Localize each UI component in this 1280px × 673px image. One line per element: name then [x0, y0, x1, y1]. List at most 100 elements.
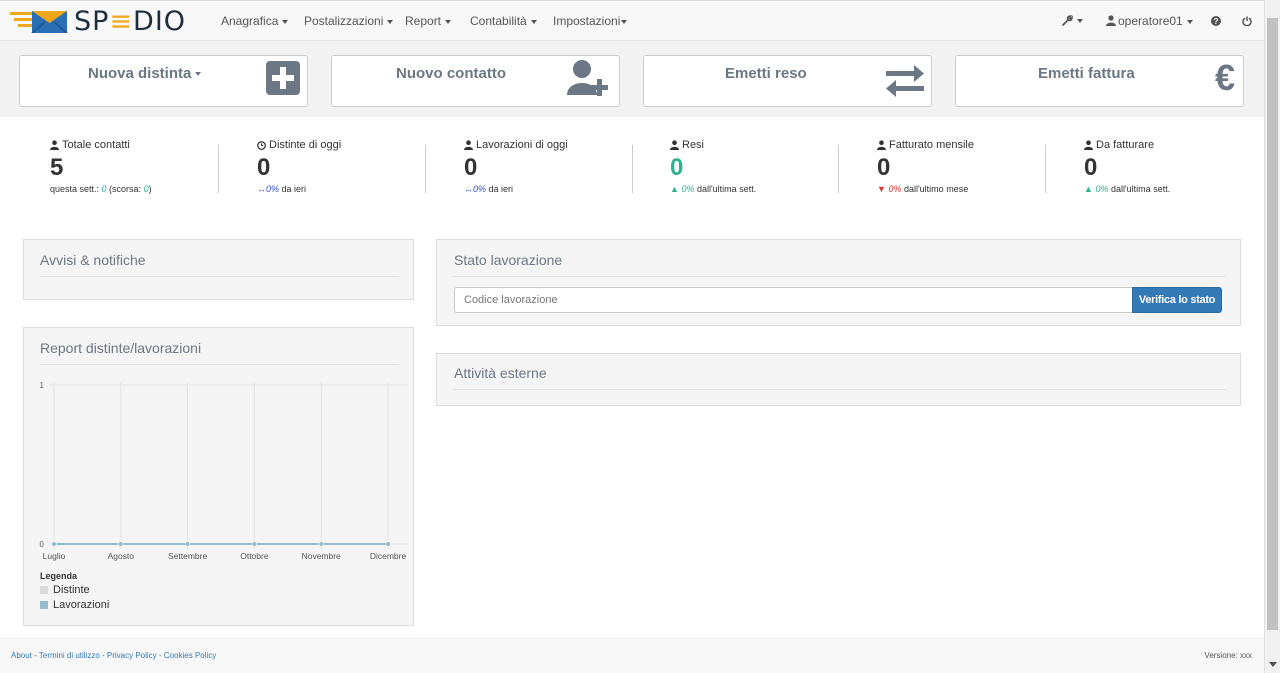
- data-point-lavorazioni: [251, 541, 257, 547]
- new-batch-button[interactable]: Nuova distinta: [19, 55, 308, 107]
- panel-title: Attività esterne: [454, 365, 547, 381]
- y-tick-label: 1: [40, 381, 45, 390]
- wrench-icon: [1062, 15, 1073, 27]
- stat-divider: [632, 145, 633, 193]
- svg-text:€: €: [1215, 59, 1235, 95]
- caret-down-icon: [282, 19, 289, 24]
- issue-invoice-button[interactable]: Emetti fattura €: [955, 55, 1244, 107]
- stat-label: Distinte di oggi: [257, 139, 437, 151]
- notifications-panel: Avvisi & notifiche: [23, 239, 414, 300]
- new-contact-button[interactable]: Nuovo contatto: [331, 55, 620, 107]
- stat-returns: Resi 0 ▲ 0% dall'ultima sett.: [670, 139, 850, 194]
- spedio-logo[interactable]: SP≡DIO: [10, 6, 187, 37]
- panel-title: Stato lavorazione: [454, 252, 563, 268]
- stat-value: 0: [670, 154, 684, 181]
- caret-down-icon: [387, 19, 394, 24]
- caret-down-icon: [445, 19, 452, 24]
- data-point-lavorazioni: [318, 541, 324, 547]
- user-icon: [50, 140, 59, 150]
- stat-subtext: questa sett.: 0 (scorsa: 0): [50, 184, 152, 194]
- caret-down-icon: ▼: [877, 184, 886, 194]
- external-activities-panel: Attività esterne: [436, 353, 1241, 406]
- data-point-lavorazioni: [185, 541, 191, 547]
- logo-wordmark: SP≡DIO: [74, 6, 187, 37]
- stat-subtext: ▼ 0% dall'ultimo mese: [877, 184, 969, 194]
- stat-value: 0: [464, 154, 478, 181]
- stat-label: Lavorazioni di oggi: [464, 139, 644, 151]
- legend-item-lavorazioni[interactable]: Lavorazioni: [40, 599, 109, 611]
- nav-anagrafica[interactable]: Anagrafica: [221, 14, 289, 28]
- stat-value: 0: [1084, 154, 1098, 181]
- user-plus-icon: [567, 60, 608, 96]
- verify-status-button[interactable]: Verifica lo stato: [1132, 287, 1222, 313]
- logout-button[interactable]: [1242, 15, 1252, 29]
- envelope-logo-icon: [10, 11, 68, 33]
- issue-return-button[interactable]: Emetti reso: [643, 55, 932, 107]
- x-tick-label: Luglio: [43, 551, 66, 561]
- top-navbar: SP≡DIO Anagrafica Postalizzazioni Report…: [0, 0, 1264, 41]
- stat-label: Da fatturare: [1084, 139, 1264, 151]
- panel-divider: [40, 276, 399, 277]
- caret-down-icon: [621, 19, 628, 24]
- user-menu[interactable]: operatore01: [1106, 14, 1193, 28]
- nav-label: Postalizzazioni: [304, 14, 384, 28]
- stat-to-invoice: Da fatturare 0 ▲ 0% dall'ultima sett.: [1084, 139, 1264, 194]
- x-tick-label: Ottobre: [240, 551, 269, 561]
- stat-label: Totale contatti: [50, 139, 230, 151]
- job-code-input[interactable]: [454, 287, 1133, 313]
- question-circle-icon: ?: [1211, 16, 1221, 26]
- job-status-panel: Stato lavorazione Verifica lo stato: [436, 239, 1241, 326]
- stat-label: Fatturato mensile: [877, 139, 1057, 151]
- stat-divider: [218, 145, 219, 193]
- euro-icon: €: [1215, 59, 1235, 95]
- nav-label: Impostazioni: [553, 14, 621, 28]
- action-label: Nuovo contatto: [396, 65, 506, 82]
- scrollbar-thumb[interactable]: [1267, 18, 1278, 630]
- stat-divider: [1045, 145, 1046, 193]
- nav-postalizzazioni[interactable]: Postalizzazioni: [304, 14, 394, 28]
- vertical-scrollbar[interactable]: [1264, 0, 1280, 673]
- stat-subtext: ↔0% da ieri: [257, 184, 307, 194]
- plus-square-icon: [266, 61, 300, 95]
- stat-value: 5: [50, 154, 64, 181]
- user-icon: [464, 140, 473, 150]
- panel-divider: [453, 276, 1226, 277]
- x-tick-label: Settembre: [168, 551, 207, 561]
- caret-down-icon: [1186, 19, 1193, 24]
- panel-title: Avvisi & notifiche: [40, 252, 146, 268]
- legend-swatch: [40, 601, 48, 609]
- caret-up-icon: ▲: [1084, 184, 1093, 194]
- help-button[interactable]: ?: [1211, 15, 1221, 29]
- stat-monthly-revenue: Fatturato mensile 0 ▼ 0% dall'ultimo mes…: [877, 139, 1057, 194]
- action-label: Nuova distinta: [88, 65, 202, 82]
- caret-down-icon: [1077, 18, 1083, 23]
- footer-separator: -: [31, 651, 39, 660]
- footer-links: About - Termini di utilizzo - Privacy Po…: [11, 651, 216, 660]
- footer-link-about[interactable]: About: [11, 651, 32, 660]
- version-label: Versione: xxx: [1204, 651, 1252, 660]
- stat-subtext: ▲ 0% dall'ultima sett.: [670, 184, 757, 194]
- chart-legend: Legenda Distinte Lavorazioni: [40, 571, 109, 611]
- nav-contabilita[interactable]: Contabilità: [470, 14, 537, 28]
- stat-value: 0: [257, 154, 271, 181]
- caret-up-icon: ▲: [670, 184, 679, 194]
- stat-value: 0: [877, 154, 891, 181]
- footer-link-termini-di-utilizzo[interactable]: Termini di utilizzo: [39, 651, 100, 660]
- user-icon: [670, 140, 679, 150]
- nav-impostazioni[interactable]: Impostazioni: [553, 14, 628, 28]
- footer-link-cookies-policy[interactable]: Cookies Policy: [164, 651, 216, 660]
- x-tick-label: Agosto: [108, 551, 135, 561]
- nav-label: Report: [405, 14, 442, 28]
- nav-report[interactable]: Report: [405, 14, 452, 28]
- tools-menu[interactable]: [1062, 13, 1083, 27]
- footer-separator: -: [99, 651, 107, 660]
- legend-label: Lavorazioni: [53, 599, 110, 611]
- footer-link-privacy-policy[interactable]: Privacy Policy: [107, 651, 157, 660]
- username-label: operatore01: [1118, 14, 1183, 28]
- legend-item-distinte[interactable]: Distinte: [40, 584, 109, 596]
- svg-text:?: ?: [1214, 17, 1219, 26]
- stat-divider: [425, 145, 426, 193]
- footer: About - Termini di utilizzo - Privacy Po…: [0, 638, 1264, 673]
- panel-divider: [453, 389, 1226, 390]
- scroll-down-arrow-icon[interactable]: [1269, 662, 1277, 667]
